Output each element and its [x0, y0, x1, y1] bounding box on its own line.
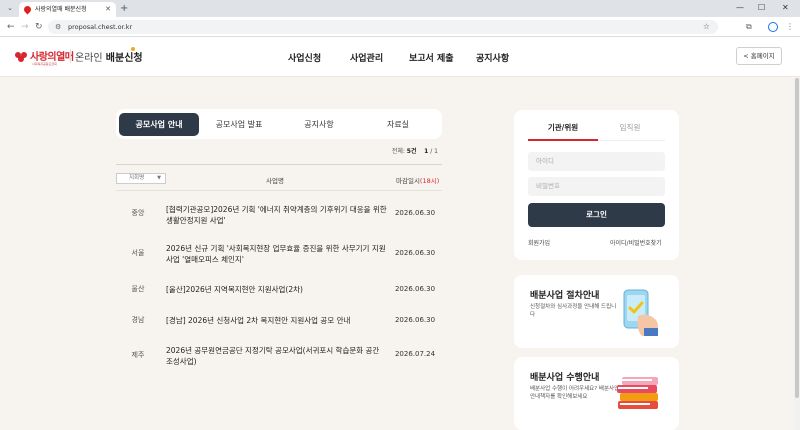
row-title[interactable]: 2026년 공무원연금공단 지정기탁 공모사업(서귀포시 학습문화 공간 조성사… — [166, 345, 388, 367]
forward-icon[interactable]: → — [21, 21, 29, 33]
tab-recruitment-info[interactable]: 공모사업 안내 — [119, 113, 199, 136]
nav-report[interactable]: 보고서 제출 — [409, 51, 454, 64]
login-card: 기관/위원 임직원 아이디 비밀번호 로그인 회원가입 아이디/비밀번호찾기 — [514, 110, 679, 260]
service-title: 배분신청 — [105, 53, 143, 64]
region-select[interactable]: 지회명 ▼ — [116, 173, 166, 184]
nav-manage[interactable]: 사업관리 — [350, 51, 383, 64]
browser-tab-bar: ⌄ 사랑의열매 배분신청 ✕ + — ☐ ✕ — [0, 0, 800, 17]
card-title: 배분사업 절차안내 — [530, 291, 600, 301]
current-page: 1 — [424, 148, 429, 155]
row-date: 2026.07.24 — [394, 350, 436, 358]
service-name[interactable]: 온라인 배분신청 — [75, 49, 143, 64]
total-count: 5건 — [406, 148, 417, 155]
procedure-guide-card[interactable]: 배분사업 절차안내 신청절차와 심사과정을 안내해 드립니다 — [514, 275, 679, 348]
signup-link[interactable]: 회원가입 — [528, 238, 550, 247]
bookmark-star-icon[interactable]: ☆ — [703, 21, 710, 33]
logo-subtext: 사회복지공동모금회 — [32, 62, 57, 66]
find-account-link[interactable]: 아이디/비밀번호찾기 — [610, 238, 662, 247]
password-input[interactable]: 비밀번호 — [528, 177, 665, 196]
list-count: 전체: 5건 1 / 1 — [360, 146, 438, 155]
nav-notice[interactable]: 공지사항 — [476, 51, 509, 64]
address-toolbar: ← → ↻ ⚙ proposal.chest.or.kr ☆ ⧉ ⋮ — [0, 17, 800, 37]
row-region: 중앙 — [131, 209, 145, 217]
logo-divider — [70, 49, 71, 63]
logo-dot-icon — [131, 47, 135, 51]
fruit-logo-icon[interactable] — [15, 49, 28, 62]
new-tab-button[interactable]: + — [120, 2, 128, 15]
favicon-icon — [22, 4, 33, 15]
page-total: / 1 — [430, 148, 438, 155]
site-header: 사랑의열매 사회복지공동모금회 온라인 배분신청 사업신청 사업관리 보고서 제… — [0, 37, 800, 77]
row-title[interactable]: [경남] 2026년 신청사업 2차 복지현안 지원사업 공모 안내 — [166, 315, 388, 326]
nav-apply[interactable]: 사업신청 — [288, 51, 321, 64]
login-button[interactable]: 로그인 — [528, 203, 665, 227]
row-date: 2026.06.30 — [394, 249, 436, 257]
site-info-icon[interactable]: ⚙ — [55, 21, 61, 33]
row-title[interactable]: 2026년 신규 기획 '사회복지현장 업무효율 증진을 위한 사무기기 지원사… — [166, 243, 388, 265]
row-title[interactable]: [울산]2026년 지역복지현안 지원사업(2차) — [166, 284, 388, 295]
column-title: 사업명 — [266, 177, 284, 185]
execution-guide-card[interactable]: 배분사업 수행안내 배분사업 수행이 어려우세요? 배분사업안내책자를 확인해보… — [514, 357, 679, 430]
card-description: 배분사업 수행이 어려우세요? 배분사업안내책자를 확인해보세요 — [530, 386, 620, 400]
close-window-button[interactable]: ✕ — [782, 2, 789, 14]
card-title: 배분사업 수행안내 — [530, 373, 600, 383]
extensions-icon[interactable]: ⧉ — [746, 21, 752, 33]
tab-recruitment-results[interactable]: 공모사업 발표 — [199, 113, 279, 136]
tab-org-login[interactable]: 기관/위원 — [528, 122, 598, 133]
region-select-value: 지회명 — [129, 175, 145, 181]
url-bar[interactable]: ⚙ proposal.chest.or.kr ☆ — [48, 20, 718, 34]
row-date: 2026.06.30 — [394, 316, 436, 324]
deadline-label: 마감일시 — [396, 177, 420, 185]
tab-notices[interactable]: 공지사항 — [279, 113, 359, 136]
row-region: 서울 — [131, 249, 145, 257]
deadline-time: (18시) — [419, 177, 440, 185]
card-description: 신청절차와 심사과정을 안내해 드립니다 — [530, 304, 617, 318]
row-region: 울산 — [131, 285, 145, 293]
logo-text[interactable]: 사랑의열매 — [30, 48, 74, 63]
phone-check-icon — [623, 289, 658, 336]
row-region: 경남 — [131, 316, 145, 324]
homepage-button[interactable]: < 홈페이지 — [736, 47, 782, 65]
browser-tab[interactable]: 사랑의열매 배분신청 ✕ — [19, 2, 116, 17]
row-region: 제주 — [131, 351, 145, 359]
table-top-border — [116, 164, 442, 165]
header-divider — [116, 190, 442, 191]
tab-staff-login[interactable]: 임직원 — [595, 122, 665, 133]
tab-title: 사랑의열매 배분신청 — [35, 6, 87, 13]
tab-close-icon[interactable]: ✕ — [105, 5, 111, 14]
maximize-button[interactable]: ☐ — [758, 2, 765, 14]
total-label: 전체: — [391, 148, 405, 155]
column-deadline: 마감일시(18시) — [396, 175, 439, 185]
row-title[interactable]: [협력기관공모]2026년 기획 '에너지 취약계층의 기후위기 대응을 위한 … — [166, 204, 388, 226]
back-icon[interactable]: ← — [7, 21, 15, 33]
books-icon — [617, 377, 658, 409]
tab-resources[interactable]: 자료실 — [358, 113, 438, 136]
login-tab-indicator — [528, 139, 598, 141]
chevron-down-icon: ▼ — [157, 175, 161, 181]
url-text: proposal.chest.or.kr — [68, 23, 133, 31]
id-input[interactable]: 아이디 — [528, 152, 665, 171]
service-prefix: 온라인 — [75, 53, 103, 64]
row-date: 2026.06.30 — [394, 209, 436, 217]
row-date: 2026.06.30 — [394, 285, 436, 293]
browser-menu-icon[interactable]: ⋮ — [786, 21, 794, 33]
profile-avatar-icon[interactable] — [768, 22, 778, 32]
reload-icon[interactable]: ↻ — [35, 21, 43, 33]
content-tabs: 공모사업 안내 공모사업 발표 공지사항 자료실 — [116, 109, 442, 139]
scrollbar-thumb[interactable] — [795, 78, 799, 398]
minimize-button[interactable]: — — [736, 2, 744, 14]
tab-list-dropdown-icon[interactable]: ⌄ — [4, 3, 16, 14]
